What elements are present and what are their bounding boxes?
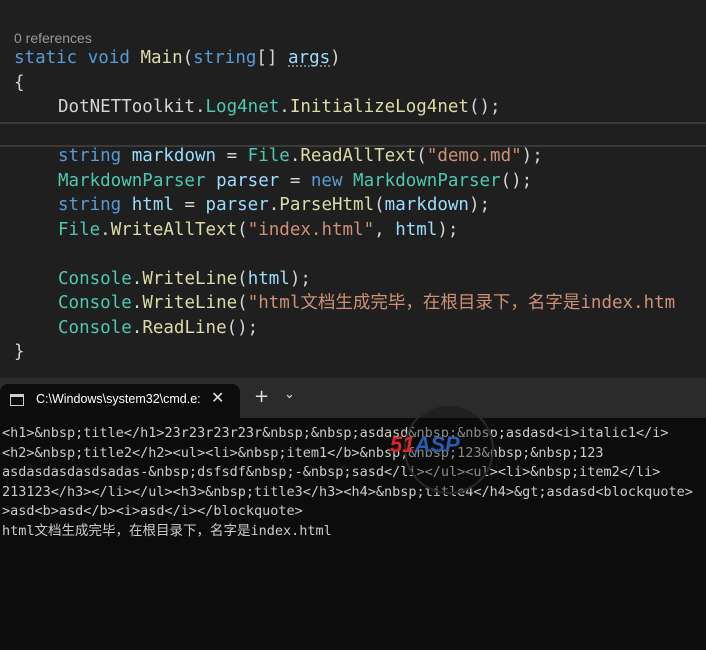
console-icon — [10, 394, 24, 406]
variable: parser — [216, 171, 280, 191]
chevron-down-icon[interactable]: ⌄ — [284, 387, 295, 402]
code-line-signature[interactable]: static void Main(string[] args) — [14, 46, 341, 71]
code-line-writeline-html[interactable]: Console.WriteLine(html); — [14, 267, 311, 292]
variable: markdown — [131, 146, 217, 166]
watermark-logo: 51ASP — [390, 404, 494, 494]
type-name: Console — [58, 269, 132, 289]
punct: ); — [289, 269, 311, 289]
punct: = — [173, 195, 206, 215]
type-name: File — [247, 146, 290, 166]
watermark-text: 51ASP — [390, 432, 460, 458]
method-name: ParseHtml — [279, 195, 375, 215]
keyword-void: void — [87, 48, 130, 68]
terminal-output-line: <h2>&nbsp;title2</h2><ul><li>&nbsp;item1… — [2, 444, 604, 461]
tab-title: C:\Windows\system32\cmd.e: — [36, 392, 201, 406]
code-line-readline[interactable]: Console.ReadLine(); — [14, 316, 258, 341]
punct: . — [100, 220, 111, 240]
terminal-output-line: html文档生成完毕，在根目录下，名字是index.html — [2, 522, 332, 539]
punct: = — [216, 146, 248, 166]
keyword-string: string — [58, 146, 122, 166]
new-tab-button[interactable]: + — [254, 386, 269, 407]
punct: . — [131, 293, 143, 313]
watermark-blue: ASP — [414, 432, 460, 457]
code-editor[interactable]: 0 references static void Main(string[] a… — [0, 0, 706, 378]
param-args: args — [288, 48, 331, 68]
variable: html — [247, 269, 290, 289]
punct: ( — [416, 146, 427, 166]
string-literal: "html文档生成完毕，在根目录下，名字是index.htm — [247, 293, 676, 313]
method-name: WriteLine — [142, 269, 238, 289]
variable: markdown — [384, 195, 469, 215]
keyword-new: new — [310, 171, 343, 191]
method-name: ReadLine — [142, 318, 227, 338]
terminal-output-line: 213123</h3></li></ul><h3>&nbsp;title3</h… — [2, 483, 693, 500]
type-name: MarkdownParser — [58, 171, 206, 191]
variable: html — [131, 195, 174, 215]
punct: ( — [237, 269, 248, 289]
punct: (); — [226, 318, 259, 338]
punct: . — [279, 97, 290, 117]
punct: = — [279, 171, 311, 191]
terminal-output-line: <h1>&nbsp;title</h1>23r23r23r23r&nbsp;&n… — [2, 425, 669, 441]
punct: . — [289, 146, 301, 166]
method-name: ReadAllText — [300, 146, 417, 166]
punct: ); — [468, 195, 491, 215]
code-line-write[interactable]: File.WriteAllText("index.html", html); — [14, 218, 458, 243]
variable: html — [395, 220, 438, 240]
keyword-string: string — [193, 48, 257, 68]
code-line-open-brace[interactable]: { — [14, 71, 25, 96]
code-line-markdown[interactable]: string markdown = File.ReadAllText("demo… — [14, 144, 543, 169]
method-name: WriteLine — [142, 293, 238, 313]
terminal-window[interactable]: C:\Windows\system32\cmd.e: ✕ + ⌄ <h1>&nb… — [0, 378, 706, 650]
terminal-output-line: >asd<b>asd</b><i>asd</i></blockquote> — [2, 503, 303, 519]
punct: (); — [468, 97, 501, 117]
code-line-html[interactable]: string html = parser.ParseHtml(markdown)… — [14, 193, 490, 218]
code-line-close-brace[interactable]: } — [14, 340, 25, 365]
punct: ); — [437, 220, 459, 240]
punct: , — [374, 220, 396, 240]
class-name: DotNETToolkit — [58, 97, 195, 117]
type-name: Log4net — [205, 97, 280, 117]
terminal-tab-cmd[interactable]: C:\Windows\system32\cmd.e: ✕ — [0, 384, 240, 418]
punct: . — [268, 195, 280, 215]
type-name: MarkdownParser — [353, 171, 501, 191]
terminal-output-line: asdasdasdasdsadas-&nbsp;dsfsdf&nbsp;-&nb… — [2, 464, 661, 480]
method-name: WriteAllText — [110, 220, 238, 240]
punct: . — [194, 97, 206, 117]
string-literal: "demo.md" — [426, 146, 522, 166]
punct: ) — [330, 48, 341, 68]
punct: ); — [521, 146, 543, 166]
punct: [] — [256, 48, 288, 68]
punct: (); — [500, 171, 533, 191]
variable: parser — [205, 195, 269, 215]
punct: ( — [374, 195, 385, 215]
punct: ( — [237, 220, 248, 240]
watermark-red: 51 — [390, 432, 415, 457]
string-literal: "index.html" — [247, 220, 375, 240]
keyword-static: static — [14, 48, 78, 68]
code-line-writeline-message[interactable]: Console.WriteLine("html文档生成完毕，在根目录下，名字是i… — [14, 291, 675, 316]
close-icon[interactable]: ✕ — [211, 388, 224, 407]
code-line-parser[interactable]: MarkdownParser parser = new MarkdownPars… — [14, 169, 532, 194]
type-name: Console — [58, 318, 132, 338]
punct: . — [131, 318, 143, 338]
code-line-init[interactable]: DotNETToolkit.Log4net.InitializeLog4net(… — [14, 95, 501, 120]
method-name: Main — [140, 48, 183, 68]
terminal-output[interactable]: <h1>&nbsp;title</h1>23r23r23r23r&nbsp;&n… — [2, 424, 706, 541]
codelens-references[interactable]: 0 references — [14, 30, 92, 46]
keyword-string: string — [58, 195, 122, 215]
method-name: InitializeLog4net — [289, 97, 469, 117]
punct: ( — [182, 48, 194, 68]
type-name: Console — [58, 293, 132, 313]
punct: . — [131, 269, 143, 289]
terminal-tab-bar: C:\Windows\system32\cmd.e: ✕ + ⌄ — [0, 378, 706, 418]
punct: ( — [237, 293, 248, 313]
type-name: File — [58, 220, 101, 240]
